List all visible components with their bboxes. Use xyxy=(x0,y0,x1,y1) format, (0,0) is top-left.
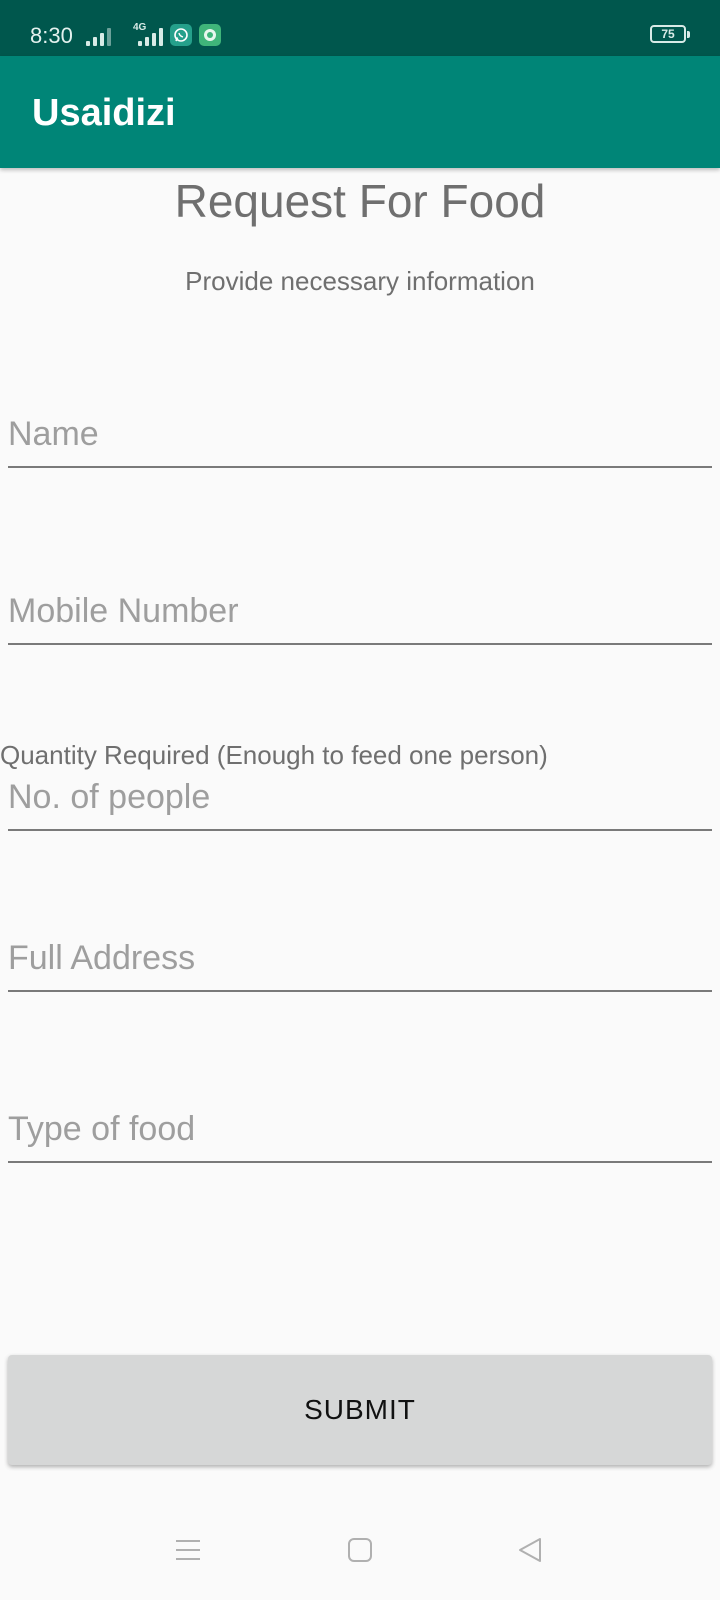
name-field[interactable] xyxy=(8,408,712,468)
back-icon[interactable] xyxy=(500,1520,560,1580)
app-notification-icon xyxy=(199,24,221,46)
page-title: Request For Food xyxy=(174,175,546,227)
quantity-label: Quantity Required (Enough to feed one pe… xyxy=(0,740,548,770)
menu-icon[interactable] xyxy=(158,1520,218,1580)
whatsapp-icon xyxy=(170,24,192,46)
app-bar: Usaidizi xyxy=(0,56,720,168)
status-bar: 8:30 4G 75 xyxy=(0,0,720,56)
home-icon[interactable] xyxy=(330,1520,390,1580)
page-subtitle: Provide necessary information xyxy=(185,266,535,296)
status-time: 8:30 xyxy=(30,23,73,48)
mobile-number-field[interactable] xyxy=(8,585,712,645)
signal-4g-icon xyxy=(138,26,163,46)
submit-button[interactable]: SUBMIT xyxy=(8,1355,712,1465)
people-count-field[interactable] xyxy=(8,771,712,831)
signal-icon xyxy=(86,26,111,46)
battery-icon: 75 xyxy=(650,25,690,43)
food-type-field[interactable] xyxy=(8,1103,712,1163)
navigation-bar xyxy=(0,1520,720,1600)
app-title: Usaidizi xyxy=(32,92,176,134)
full-address-field[interactable] xyxy=(8,932,712,992)
